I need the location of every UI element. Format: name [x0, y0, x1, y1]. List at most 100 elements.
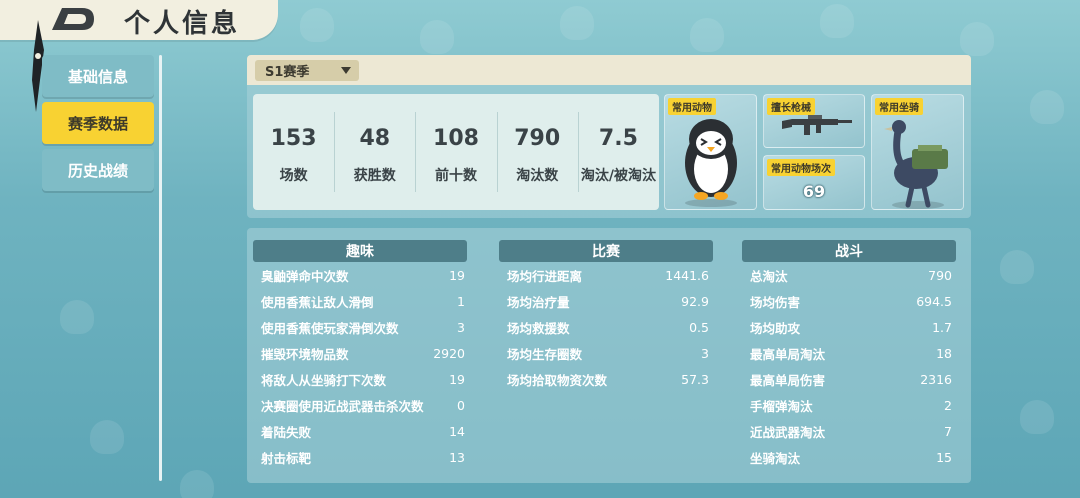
- stat-row-value: 2: [944, 397, 952, 413]
- stat-row: 着陆失败 14: [253, 418, 467, 444]
- section-header-combat: 战斗: [742, 240, 956, 262]
- stat-row: 使用香蕉使玩家滑倒次数 3: [253, 314, 467, 340]
- page-title: 个人信息: [124, 9, 241, 39]
- stat-row: 将敌人从坐骑打下次数 19: [253, 366, 467, 392]
- stat-row-value: 0: [457, 397, 465, 413]
- stat-row-value: 694.5: [916, 293, 952, 309]
- stat-label: 获胜数: [353, 168, 396, 184]
- stat-row-value: 3: [457, 319, 465, 335]
- stat-row-value: 19: [449, 371, 465, 387]
- stat-row-value: 1.7: [932, 319, 952, 335]
- stat-row-value: 1: [457, 293, 465, 309]
- stat-row-value: 92.9: [681, 293, 709, 309]
- stat-row-value: 0.5: [689, 319, 709, 335]
- back-arrow-icon[interactable]: [48, 4, 98, 34]
- stat-value: 153: [270, 126, 317, 151]
- stat-row: 手榴弹淘汰 2: [742, 392, 956, 418]
- animal-matches-count: 69: [802, 182, 826, 201]
- stat-row: 场均生存圈数 3: [499, 340, 713, 366]
- stat-row-label: 摧毁环境物品数: [261, 346, 349, 362]
- stat-row-value: 19: [449, 267, 465, 283]
- rifle-icon: [782, 115, 852, 135]
- section-header-fun: 趣味: [253, 240, 467, 262]
- stat-row: 场均治疗量 92.9: [499, 288, 713, 314]
- stat-row-label: 决赛圈使用近战武器击杀次数: [261, 398, 424, 414]
- stat-row: 射击标靶 13: [253, 444, 467, 470]
- stat-row-value: 790: [928, 267, 952, 283]
- season-summary-panel: S1赛季 153 场数 48 获胜数 108 前十数 790 淘汰数 7.5 淘…: [247, 55, 971, 218]
- stat-row-label: 场均助攻: [750, 320, 801, 336]
- stat-label: 前十数: [435, 168, 477, 184]
- stat-row-label: 场均救援数: [507, 320, 570, 336]
- stat-row-label: 最高单局淘汰: [750, 346, 826, 362]
- stat-row-value: 1441.6: [665, 267, 709, 283]
- stat-label: 淘汰数: [516, 168, 559, 184]
- sidebar-item-basic-info[interactable]: 基础信息: [42, 55, 154, 97]
- stat-row-label: 坐骑淘汰: [750, 450, 801, 466]
- caret-down-icon: [341, 67, 351, 74]
- sidebar-item-history[interactable]: 历史战绩: [42, 149, 154, 191]
- stat-row: 场均拾取物资次数 57.3: [499, 366, 713, 392]
- stat-eliminations: 790 淘汰数: [496, 94, 578, 210]
- stat-row-value: 7: [944, 423, 952, 439]
- stat-row: 最高单局淘汰 18: [742, 340, 956, 366]
- stat-row-value: 2920: [433, 345, 465, 361]
- stat-row-label: 场均拾取物资次数: [507, 372, 608, 388]
- stat-row-label: 场均伤害: [750, 294, 801, 310]
- summary-stats: 153 场数 48 获胜数 108 前十数 790 淘汰数 7.5 淘汰/被淘汰: [253, 94, 659, 210]
- stat-row-label: 射击标靶: [261, 450, 312, 466]
- stat-row: 摧毁环境物品数 2920: [253, 340, 467, 366]
- ostrich-mount-icon: [884, 120, 948, 209]
- stat-top10: 108 前十数: [415, 94, 496, 210]
- stat-row-label: 臭鼬弹命中次数: [261, 268, 349, 284]
- stat-value: 790: [514, 126, 561, 151]
- stat-row-label: 将敌人从坐骑打下次数: [261, 372, 387, 388]
- stat-row-label: 使用香蕉使玩家滑倒次数: [261, 320, 399, 336]
- stat-value: 7.5: [598, 126, 638, 151]
- stat-value: 108: [433, 126, 479, 151]
- season-bar: S1赛季: [247, 55, 971, 85]
- stat-row-label: 使用香蕉让敌人滑倒: [261, 294, 374, 310]
- stat-row-label: 近战武器淘汰: [750, 424, 826, 440]
- fun-stats-column: 趣味 臭鼬弹命中次数 19 使用香蕉让敌人滑倒 1 使用香蕉使玩家滑倒次数 3 摧毁环境物品…: [253, 240, 467, 470]
- match-stats-column: 比赛 场均行进距离 1441.6 场均治疗量 92.9 场均救援数 0.5 场均生存圈数 3 场…: [499, 240, 713, 392]
- penguin-icon: [685, 119, 737, 207]
- stat-matches: 153 场数: [253, 94, 334, 210]
- stat-row-value: 2316: [920, 371, 952, 387]
- stat-row-value: 13: [449, 449, 465, 465]
- favorite-animal-card[interactable]: 常用动物: [664, 94, 757, 210]
- stat-row-value: 14: [449, 423, 465, 439]
- stat-row: 最高单局伤害 2316: [742, 366, 956, 392]
- stat-label: 淘汰/被淘汰: [580, 168, 656, 184]
- stat-row-value: 18: [936, 345, 952, 361]
- detailed-stats-panel: 趣味 臭鼬弹命中次数 19 使用香蕉让敌人滑倒 1 使用香蕉使玩家滑倒次数 3 摧毁环境物品…: [247, 228, 971, 483]
- stat-row-label: 最高单局伤害: [750, 372, 826, 388]
- stat-row-label: 总淘汰: [750, 268, 788, 284]
- card-tag: 常用动物场次: [767, 159, 835, 176]
- stat-row: 臭鼬弹命中次数 19: [253, 262, 467, 288]
- favorite-weapon-card[interactable]: 擅长枪械: [763, 94, 865, 148]
- favorite-animal-matches-card: 常用动物场次 69: [763, 155, 865, 210]
- stat-row: 坐骑淘汰 15: [742, 444, 956, 470]
- stat-row: 近战武器淘汰 7: [742, 418, 956, 444]
- stat-row: 场均救援数 0.5: [499, 314, 713, 340]
- stat-row-label: 场均行进距离: [507, 268, 583, 284]
- season-dropdown[interactable]: S1赛季: [255, 60, 359, 81]
- stat-value: 48: [359, 126, 391, 151]
- stat-row: 场均助攻 1.7: [742, 314, 956, 340]
- stat-row: 场均行进距离 1441.6: [499, 262, 713, 288]
- stat-row-value: 3: [701, 345, 709, 361]
- stat-row: 决赛圈使用近战武器击杀次数 0: [253, 392, 467, 418]
- season-dropdown-value: S1赛季: [265, 65, 310, 80]
- favorite-mount-card[interactable]: 常用坐骑: [871, 94, 964, 210]
- sidebar-item-season-data[interactable]: 赛季数据: [42, 102, 154, 144]
- sidebar-divider: [159, 55, 162, 481]
- stat-row-label: 场均生存圈数: [507, 346, 583, 362]
- sidebar-nav: 基础信息 赛季数据 历史战绩: [42, 55, 154, 196]
- stat-label: 场数: [279, 168, 308, 184]
- stat-row: 场均伤害 694.5: [742, 288, 956, 314]
- stat-row-label: 着陆失败: [261, 424, 312, 440]
- section-header-match: 比赛: [499, 240, 713, 262]
- stat-row-value: 57.3: [681, 371, 709, 387]
- stat-row-label: 场均治疗量: [507, 294, 570, 310]
